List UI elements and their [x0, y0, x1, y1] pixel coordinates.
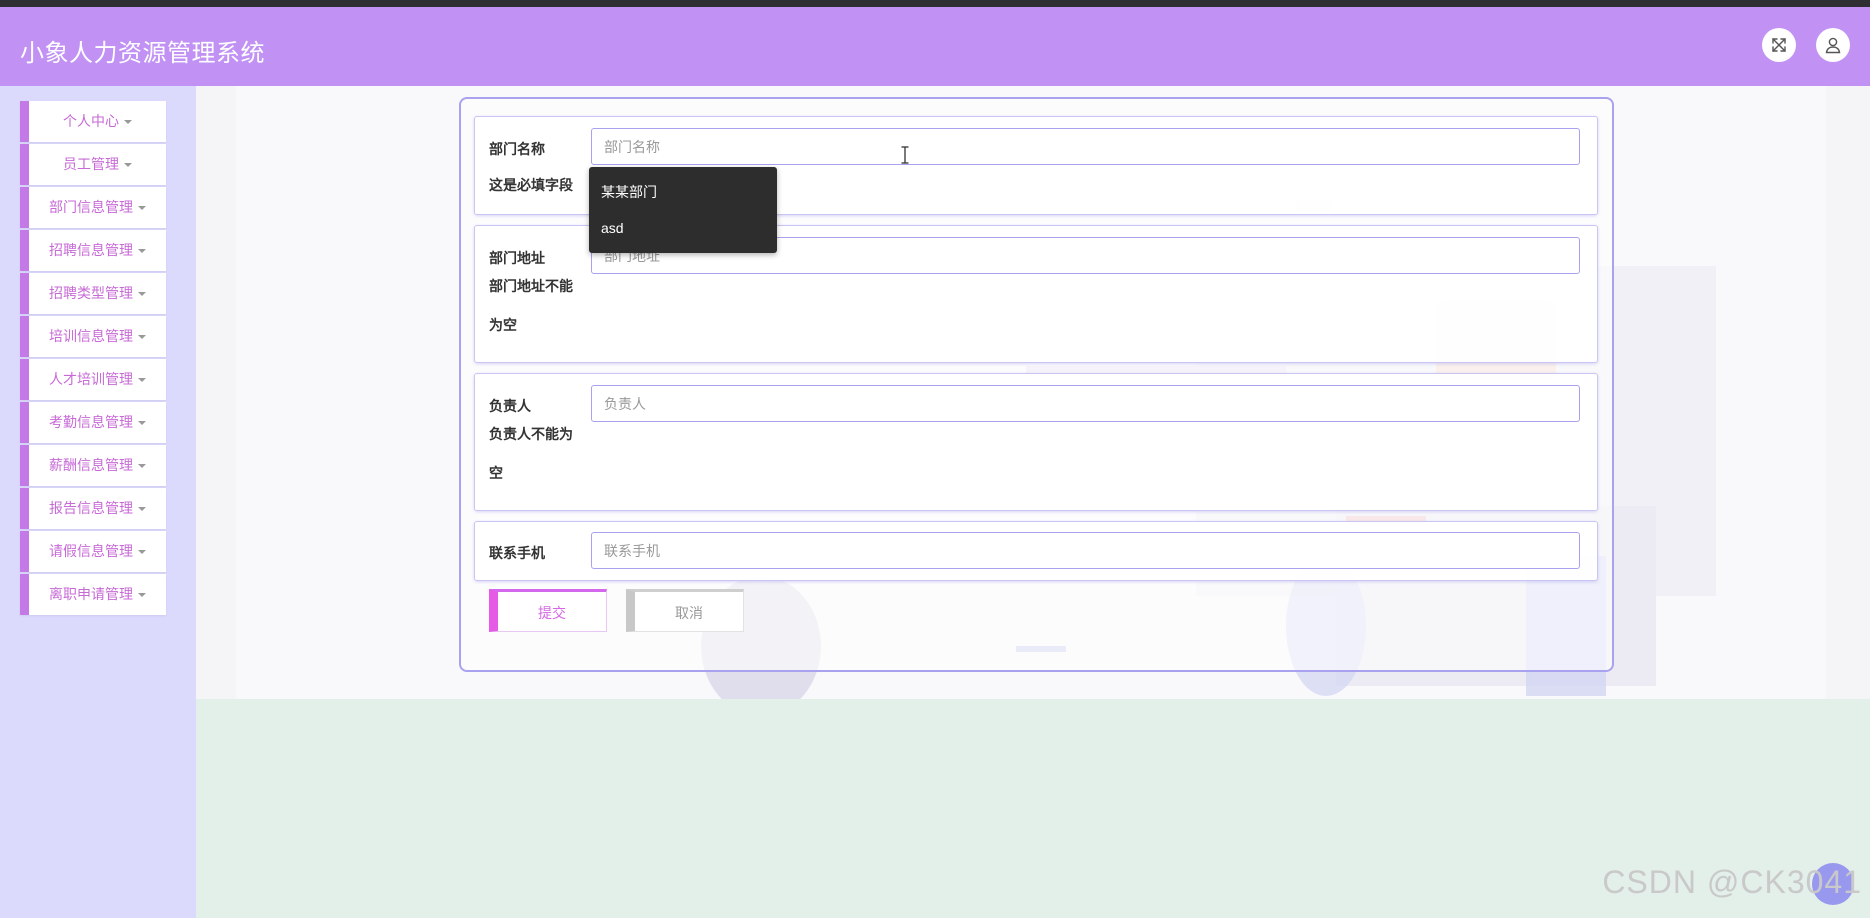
sidebar-item-label: 请假信息管理 [49, 543, 133, 559]
sidebar-item-label: 个人中心 [63, 113, 119, 129]
sidebar-item-label: 员工管理 [63, 156, 119, 172]
caret-down-icon [138, 550, 146, 555]
sidebar-item-employee[interactable]: 员工管理 [20, 144, 166, 185]
caret-down-icon [138, 593, 146, 598]
caret-down-icon [138, 249, 146, 254]
app-header: 小象人力资源管理系统 [0, 7, 1870, 86]
sidebar-item-label: 培训信息管理 [49, 328, 133, 344]
sidebar-item-recruitment-type[interactable]: 招聘类型管理 [20, 273, 166, 314]
phone-row: 联系手机 [474, 521, 1598, 581]
cancel-button[interactable]: 取消 [626, 589, 744, 632]
autocomplete-option[interactable]: asd [589, 210, 777, 246]
top-strip [0, 0, 1870, 7]
manager-label: 负责人 [489, 398, 531, 414]
dept-name-error: 这是必填字段 [489, 177, 573, 193]
submit-button[interactable]: 提交 [489, 589, 607, 632]
app-title: 小象人力资源管理系统 [20, 40, 265, 67]
sidebar-item-label: 报告信息管理 [49, 500, 133, 516]
manager-row: 负责人 负责人不能为空 [474, 373, 1598, 511]
caret-down-icon [138, 464, 146, 469]
sidebar-item-label: 招聘信息管理 [49, 242, 133, 258]
sidebar-item-label: 考勤信息管理 [49, 414, 133, 430]
sidebar-item-leave[interactable]: 请假信息管理 [20, 531, 166, 572]
sidebar-item-label: 薪酬信息管理 [49, 457, 133, 473]
caret-down-icon [138, 421, 146, 426]
sidebar-item-attendance[interactable]: 考勤信息管理 [20, 402, 166, 443]
sidebar-item-resignation[interactable]: 离职申请管理 [20, 574, 166, 615]
caret-down-icon [124, 163, 132, 168]
sidebar-item-label: 人才培训管理 [49, 371, 133, 387]
dept-name-label: 部门名称 [489, 141, 545, 157]
caret-down-icon [138, 507, 146, 512]
sidebar-item-recruitment[interactable]: 招聘信息管理 [20, 230, 166, 271]
phone-input[interactable] [591, 532, 1580, 569]
autocomplete-dropdown: 某某部门 asd [589, 167, 777, 253]
dept-address-label: 部门地址 [489, 250, 545, 266]
sidebar-item-department[interactable]: 部门信息管理 [20, 187, 166, 228]
fullscreen-button[interactable] [1762, 28, 1796, 62]
autocomplete-option[interactable]: 某某部门 [589, 174, 777, 210]
caret-down-icon [138, 292, 146, 297]
sidebar-item-label: 部门信息管理 [49, 199, 133, 215]
manager-input[interactable] [591, 385, 1580, 422]
expand-arrows-icon [1772, 38, 1786, 52]
caret-down-icon [124, 120, 132, 125]
caret-down-icon [138, 206, 146, 211]
sidebar-item-salary[interactable]: 薪酬信息管理 [20, 445, 166, 486]
caret-down-icon [138, 335, 146, 340]
dept-address-error: 部门地址不能为空 [489, 278, 573, 333]
text-cursor-icon [901, 146, 909, 164]
phone-label: 联系手机 [489, 545, 545, 561]
sidebar-item-talent-training[interactable]: 人才培训管理 [20, 359, 166, 400]
sidebar-item-personal-center[interactable]: 个人中心 [20, 101, 166, 142]
manager-error: 负责人不能为空 [489, 426, 573, 481]
sidebar-item-report[interactable]: 报告信息管理 [20, 488, 166, 529]
sidebar-item-label: 招聘类型管理 [49, 285, 133, 301]
user-menu-button[interactable] [1816, 28, 1850, 62]
caret-down-icon [138, 378, 146, 383]
sidebar-menu: 个人中心 员工管理 部门信息管理 招聘信息管理 招聘类型管理 培训信息管理 人才… [20, 101, 166, 617]
user-icon [1825, 37, 1841, 54]
sidebar-item-training[interactable]: 培训信息管理 [20, 316, 166, 357]
dept-name-input[interactable] [591, 128, 1580, 165]
watermark: CSDN @CK3041 [1602, 864, 1862, 900]
sidebar-item-label: 离职申请管理 [49, 586, 133, 602]
